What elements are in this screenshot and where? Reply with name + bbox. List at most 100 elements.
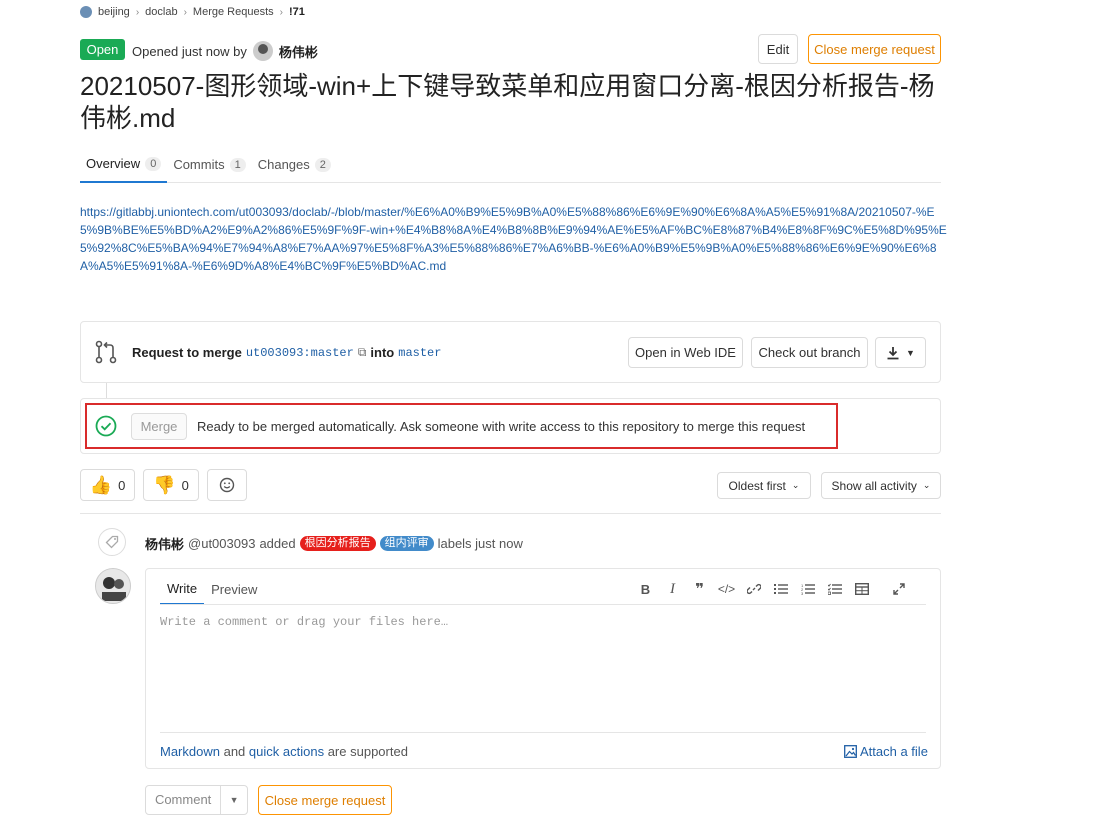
system-note: 杨伟彬 @ut003093 added 根因分析报告 组内评审 labels j… bbox=[145, 534, 523, 553]
table-icon[interactable] bbox=[848, 579, 875, 599]
link-svg bbox=[746, 583, 761, 595]
and-text: and bbox=[223, 744, 246, 759]
tab-count: 0 bbox=[145, 156, 162, 171]
source-branch[interactable]: ut003093:master bbox=[246, 346, 354, 360]
merge-request-icon bbox=[95, 340, 117, 364]
chevron-down-icon: ⌄ bbox=[922, 480, 931, 490]
thumbs-down-award-button[interactable]: 👎 0 bbox=[143, 469, 199, 501]
check-circle-icon bbox=[95, 415, 117, 437]
breadcrumb-item-current[interactable]: !71 bbox=[289, 6, 305, 18]
chevron-right-icon: › bbox=[279, 6, 283, 18]
chevron-down-icon[interactable]: ▼ bbox=[221, 795, 247, 805]
comment-tabs-divider bbox=[160, 604, 926, 605]
numbered-list-icon[interactable]: 1 2 3 bbox=[794, 579, 821, 599]
svg-text:3: 3 bbox=[801, 591, 804, 595]
tab-count: 2 bbox=[314, 157, 331, 172]
close-merge-request-bottom-button[interactable]: Close merge request bbox=[258, 785, 392, 815]
tab-label: Overview bbox=[86, 156, 141, 171]
sort-order-label: Oldest first bbox=[728, 478, 786, 493]
status-badge: Open bbox=[80, 39, 125, 60]
note-author[interactable]: 杨伟彬 bbox=[145, 534, 184, 553]
code-icon[interactable]: </> bbox=[713, 579, 740, 599]
bold-icon[interactable]: B bbox=[632, 579, 659, 599]
numbered-list-svg: 1 2 3 bbox=[801, 583, 815, 595]
chevron-right-icon: › bbox=[183, 6, 187, 18]
image-icon bbox=[844, 745, 857, 758]
opened-info: Opened just now by 杨伟彬 bbox=[132, 41, 318, 61]
thumbs-up-award-button[interactable]: 👍 0 bbox=[80, 469, 135, 501]
merge-request-branches: Request to merge ut003093:master ⧉ into … bbox=[132, 345, 441, 360]
download-dropdown-button[interactable]: ▼ bbox=[875, 337, 926, 368]
widget-connector bbox=[106, 383, 107, 399]
avatar[interactable] bbox=[252, 41, 273, 61]
award-count: 0 bbox=[181, 477, 189, 493]
user-avatar-image bbox=[96, 569, 130, 603]
award-count: 0 bbox=[118, 477, 126, 493]
comment-button[interactable]: Comment ▼ bbox=[145, 785, 248, 815]
page-title: 20210507-图形领域-win+上下键导致菜单和应用窗口分离-根因分析报告-… bbox=[80, 71, 935, 133]
attach-label: Attach a file bbox=[860, 744, 928, 759]
thumbs-down-icon: 👎 bbox=[153, 474, 176, 495]
tab-count: 1 bbox=[229, 157, 246, 172]
close-merge-request-button[interactable]: Close merge request bbox=[808, 34, 941, 64]
tab-label: Changes bbox=[257, 157, 310, 172]
chevron-down-icon: ⌄ bbox=[791, 480, 800, 490]
activity-filter-label: Show all activity bbox=[831, 478, 917, 493]
breadcrumb-item-group[interactable]: beijing bbox=[98, 6, 130, 18]
download-icon bbox=[887, 346, 899, 359]
comment-tabs: Write Preview bbox=[160, 574, 264, 605]
label-badge[interactable]: 组内评审 bbox=[379, 536, 434, 551]
quote-icon[interactable]: ❞ bbox=[686, 579, 713, 599]
thumbs-up-icon: 👍 bbox=[89, 474, 113, 495]
target-branch[interactable]: master bbox=[398, 346, 441, 360]
open-web-ide-button[interactable]: Open in Web IDE bbox=[628, 337, 743, 368]
link-icon[interactable] bbox=[740, 579, 767, 599]
copy-icon[interactable]: ⧉ bbox=[358, 345, 367, 360]
tab-overview[interactable]: Overview 0 bbox=[80, 146, 168, 183]
markdown-link[interactable]: Markdown bbox=[160, 744, 220, 759]
quick-actions-link[interactable]: quick actions bbox=[249, 744, 324, 759]
merge-button[interactable]: Merge bbox=[131, 413, 187, 440]
markdown-toolbar: B I ❞ </> 1 2 3 bbox=[632, 579, 912, 599]
check-out-branch-button[interactable]: Check out branch bbox=[751, 337, 868, 368]
note-handle[interactable]: @ut003093 bbox=[188, 536, 255, 551]
comment-footer-divider bbox=[160, 732, 926, 733]
avatar[interactable] bbox=[95, 568, 131, 604]
attach-file-button[interactable]: Attach a file bbox=[844, 744, 928, 759]
supported-text: are supported bbox=[327, 744, 408, 759]
tab-commits[interactable]: Commits 1 bbox=[167, 146, 251, 183]
tab-changes[interactable]: Changes 2 bbox=[252, 146, 337, 183]
add-reaction-button[interactable] bbox=[207, 469, 247, 501]
activity-filter-dropdown[interactable]: Show all activity ⌄ bbox=[821, 472, 941, 499]
sort-order-dropdown[interactable]: Oldest first ⌄ bbox=[717, 472, 811, 499]
comment-button-label[interactable]: Comment bbox=[146, 786, 222, 814]
author-name[interactable]: 杨伟彬 bbox=[279, 42, 318, 61]
tab-write[interactable]: Write bbox=[160, 574, 205, 605]
mr-tabs: Overview 0 Commits 1 Changes 2 bbox=[80, 146, 941, 183]
edit-button[interactable]: Edit bbox=[758, 34, 798, 64]
bullet-list-icon[interactable] bbox=[767, 579, 794, 599]
tab-preview[interactable]: Preview bbox=[204, 574, 264, 605]
chevron-right-icon: › bbox=[135, 6, 140, 18]
bullet-list-svg bbox=[773, 584, 788, 594]
tag-icon bbox=[105, 535, 119, 549]
italic-icon[interactable]: I bbox=[659, 579, 686, 599]
comment-input[interactable]: Write a comment or drag your files here… bbox=[160, 615, 448, 629]
system-note-badge bbox=[98, 528, 126, 556]
label-badge[interactable]: 根因分析报告 bbox=[299, 536, 376, 551]
into-label: into bbox=[370, 345, 395, 360]
fullscreen-icon[interactable] bbox=[885, 579, 912, 599]
request-label: Request to merge bbox=[132, 345, 242, 360]
breadcrumb-item-project[interactable]: doclab bbox=[145, 6, 177, 18]
task-list-icon[interactable] bbox=[821, 579, 848, 599]
note-action: added bbox=[259, 536, 296, 551]
expand-svg bbox=[892, 583, 905, 595]
breadcrumb-item-merge-requests[interactable]: Merge Requests bbox=[193, 6, 274, 18]
description-link[interactable]: https://gitlabbj.uniontech.com/ut003093/… bbox=[80, 203, 950, 275]
divider bbox=[80, 513, 941, 514]
note-suffix: labels just now bbox=[437, 536, 523, 551]
tab-label: Commits bbox=[173, 157, 225, 172]
table-svg bbox=[854, 583, 869, 595]
breadcrumb: beijing › doclab › Merge Requests › !71 bbox=[80, 4, 305, 20]
chevron-down-icon: ▼ bbox=[906, 347, 915, 358]
